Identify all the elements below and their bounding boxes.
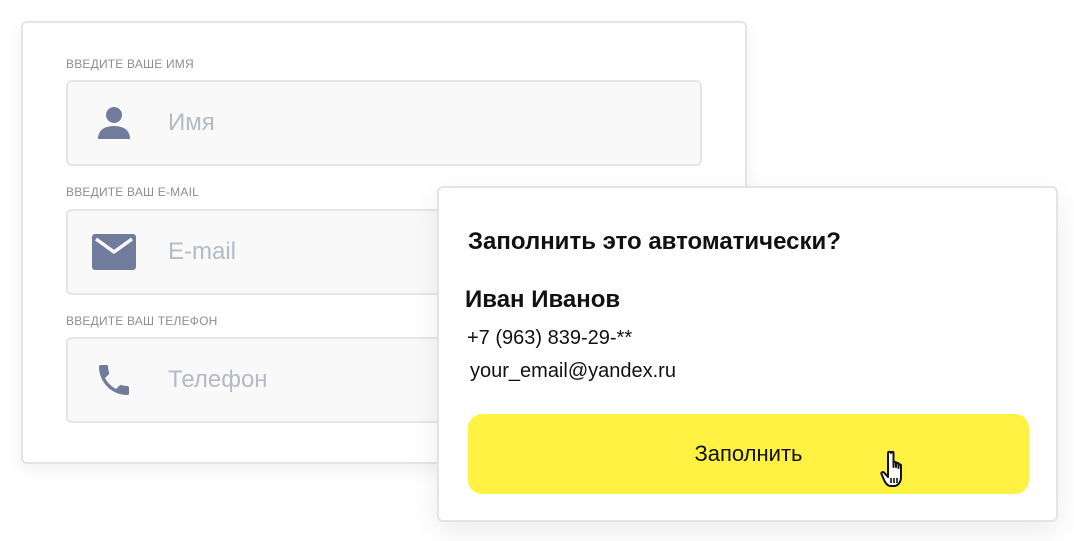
person-name: Иван Иванов bbox=[465, 286, 621, 313]
email-placeholder: E-mail bbox=[168, 238, 237, 265]
email-field-label: Введите ваш e-mail bbox=[66, 185, 199, 199]
hand-cursor-icon bbox=[880, 450, 916, 490]
phone-placeholder: Телефон bbox=[168, 366, 268, 393]
stage: Введите ваше имя Имя Введите ваш e-mail … bbox=[0, 0, 1074, 541]
fill-button[interactable]: Заполнить bbox=[468, 414, 1029, 494]
name-field[interactable]: Имя bbox=[66, 80, 702, 166]
user-icon bbox=[90, 99, 138, 147]
envelope-icon bbox=[90, 228, 138, 276]
autofill-popup: Заполнить это автоматически? Иван Иванов… bbox=[437, 186, 1058, 522]
popup-title: Заполнить это автоматически? bbox=[468, 228, 841, 255]
name-field-label: Введите ваше имя bbox=[66, 57, 194, 71]
phone-field-label: Введите ваш телефон bbox=[66, 314, 218, 328]
phone-icon bbox=[90, 356, 138, 404]
person-email: your_email@yandex.ru bbox=[470, 360, 676, 382]
name-placeholder: Имя bbox=[168, 109, 215, 136]
person-phone: +7 (963) 839-29-** bbox=[467, 327, 633, 349]
